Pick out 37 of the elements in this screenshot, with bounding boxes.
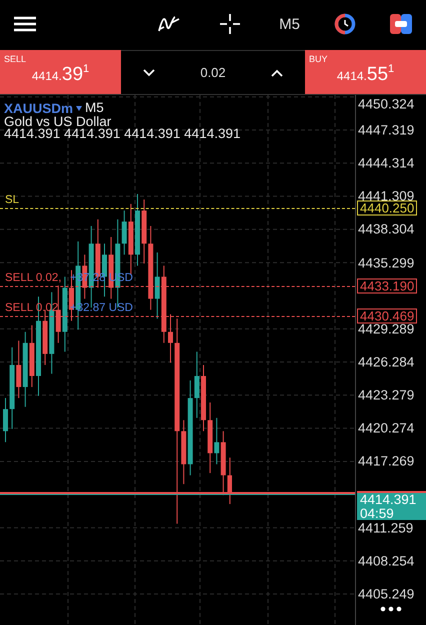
level-price-tag: 4430.469 [357,308,418,324]
level-price-tag: 4440.250 [357,200,418,216]
dropdown-caret-icon[interactable] [76,106,82,110]
candle [3,398,8,443]
current-price: 4414.391 [360,493,418,507]
symbol-name[interactable]: XAUUSDm [4,100,74,116]
price-axis-label: 4426.284 [358,356,414,369]
ohlc-values: 4414.391 4414.391 4414.391 4414.391 [4,128,240,140]
level-label: SELL 0.02, [5,272,62,284]
price-level-line[interactable] [0,316,355,317]
price-axis-label: 4429.289 [358,322,414,336]
volume-value[interactable]: 0.02 [200,65,226,80]
chart-timeframe: M5 [85,100,104,116]
price-axis-label: 4441.309 [358,190,414,203]
timeframe-button[interactable]: M5 [275,12,304,36]
price-axis-label: 4423.279 [358,388,414,402]
candle [168,314,173,364]
price-axis-label: 4417.269 [358,454,414,468]
more-icon[interactable] [380,606,402,612]
price-axis-label: 4420.274 [358,422,414,435]
level-price-tag: 4433.190 [357,278,418,294]
price-level-line[interactable] [0,286,355,287]
symbol-description: Gold vs US Dollar [4,116,112,128]
price-axis-label: 4438.304 [358,222,414,236]
price-axis-label: 4447.319 [358,124,414,136]
bar-countdown: 04:59 [360,506,395,520]
price-button[interactable]: SELL 4414.39$^{1}$ [0,50,121,94]
price-axis-label: 4444.314 [358,156,414,170]
price-axis-label: 4405.249 [358,588,414,601]
level-label: SL [5,194,20,206]
price-axis-label: 4411.259 [358,521,414,534]
price-button[interactable]: BUY 4414.55$^{1}$ [305,50,426,94]
price-axis-label: 4450.324 [358,98,414,110]
candle [201,364,206,432]
price-axis-label: 4435.299 [358,256,414,270]
price-axis-label: 4408.254 [358,554,414,568]
price-level-line[interactable] [0,208,355,209]
